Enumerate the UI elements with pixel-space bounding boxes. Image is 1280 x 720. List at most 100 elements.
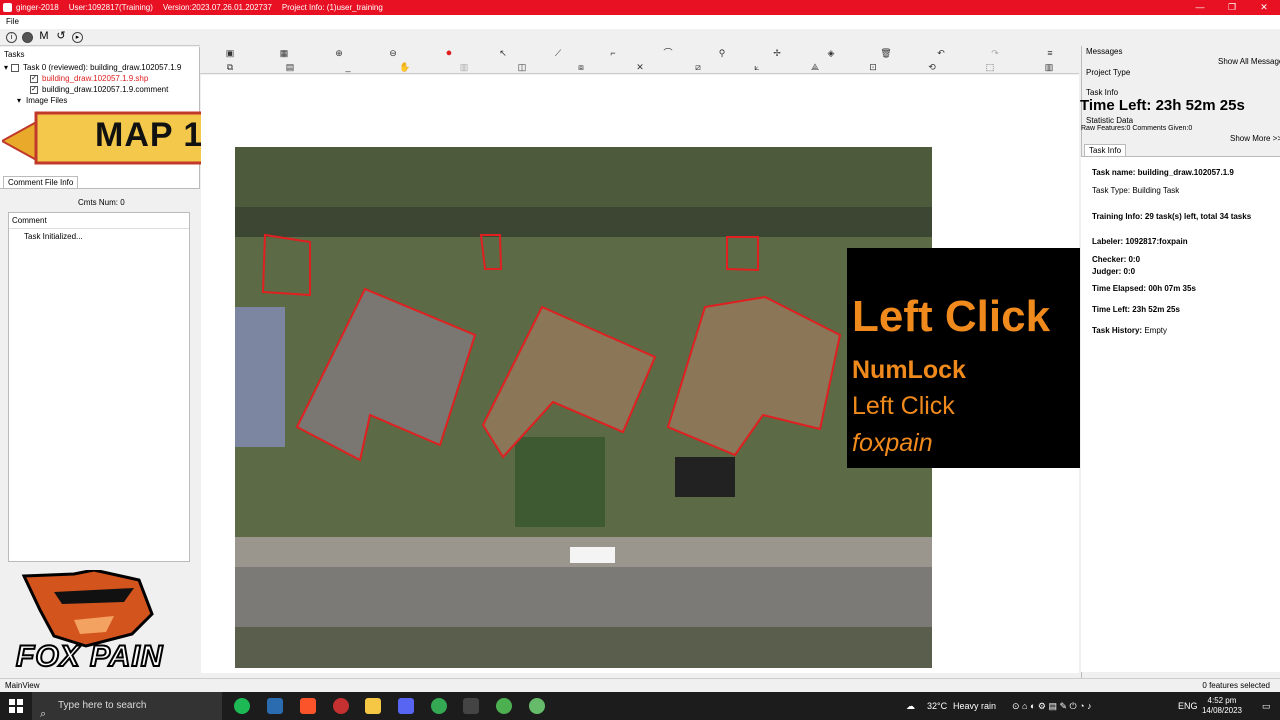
comment-list[interactable]: Comment Task Initialized... [8,212,190,562]
menu-icon[interactable]: ≡ [1044,48,1056,58]
menu-bar: File [0,15,1280,29]
temperature: 32°C [927,701,948,711]
zoom-in-icon[interactable]: ⊕ [333,48,345,58]
underline-icon[interactable]: _ [342,62,354,72]
tasks-header: Tasks [4,50,25,59]
comment-checkbox[interactable]: ✓ [30,85,38,94]
disabled-tool-icon[interactable]: ▥ [458,62,470,72]
pan-icon[interactable]: ✋ [399,62,411,72]
key-overlay-main: Left Click [852,292,1051,341]
taskbar-search[interactable]: ⌕ Type here to search [32,692,222,720]
project-type-label: Project Type [1086,68,1131,77]
settings-icon[interactable]: ▸ [72,31,83,43]
m-button[interactable]: M [38,30,50,43]
image-files-label: Image Files [26,96,68,105]
file-explorer-icon[interactable] [365,698,381,714]
crop-icon[interactable]: ⬚ [984,62,996,72]
stripe-icon[interactable]: ⧄ [692,62,704,72]
fill-icon[interactable]: ◈ [825,48,837,58]
delete-vertex-icon[interactable]: ✕ [634,62,646,72]
labeler: Labeler: 1092817:foxpain [1092,237,1188,246]
app-name: ginger-2018 [16,3,59,12]
key-overlay-line1: NumLock [852,356,966,384]
rotate-icon[interactable]: ⟲ [926,62,938,72]
task-history-value: Empty [1144,326,1167,335]
line-icon[interactable]: ⟋ [552,48,564,58]
shp-checkbox[interactable]: ✓ [30,74,38,83]
info-icon[interactable]: i [6,31,17,43]
show-all-messages-button[interactable]: Show All Messages [1218,57,1280,66]
select-icon[interactable]: ↖ [497,48,509,58]
ginger-icon[interactable] [496,698,512,714]
record-dot-icon[interactable]: ● [443,48,455,59]
tree-comment-file[interactable]: ✓ building_draw.102057.1.9.comment [0,84,199,95]
frame-icon[interactable]: ⊡ [867,62,879,72]
messages-header: Messages [1086,47,1123,56]
drawing-toolbar: ▣ ⧉ ▦ ▤ ⊕ _ ⊖ ✋ ● ▥ ↖ ◫ ⟋ ⧈ ⌐ ✕ ⌒ ⧄ ⚲ ⟀ … [200,46,1079,74]
minimize-button[interactable]: — [1184,0,1216,15]
time-left-big: Time Left: 23h 52m 25s [1080,97,1245,114]
layers-icon[interactable]: ⧉ [224,62,236,72]
training-info: Training Info: 29 task(s) left, total 34… [1092,212,1252,221]
merge-icon[interactable]: ⧈ [575,62,587,72]
comment-row[interactable]: Task Initialized... [9,229,189,244]
notification-icon[interactable]: ▭ [1262,692,1271,720]
task0-label: Task 0 (reviewed): building_draw.102057.… [23,63,182,72]
tray-icons[interactable]: ⊙ ⌂ ◐ ⚙ ▤ ✎ ⏻ ◔ ♪ [1012,692,1092,720]
stamp-icon[interactable]: ▤ [284,62,296,72]
zoom-out-icon[interactable]: ⊖ [387,48,399,58]
split-icon[interactable]: ◫ [516,62,528,72]
time-elapsed: Time Elapsed: 00h 07m 35s [1092,284,1196,293]
obs-icon[interactable] [333,698,349,714]
restore-button[interactable]: ❐ [1216,0,1248,15]
grid-icon[interactable]: ▥ [1043,62,1055,72]
cmts-num: Cmts Num: 0 [78,198,125,207]
close-button[interactable]: ✕ [1248,0,1280,15]
collapse-icon[interactable]: ▾ [4,62,8,73]
record-icon[interactable] [22,31,33,43]
title-bar: ginger-2018 User:1092817(Training) Versi… [0,0,1280,15]
windows-start-icon[interactable] [9,699,23,713]
task-info-box [1081,156,1280,672]
app-icon-2[interactable] [463,698,479,714]
statistic-data-label: Statistic Data [1086,116,1134,125]
image-icon[interactable]: ▦ [278,48,290,58]
system-clock[interactable]: 4:52 pm 14/08/2023 [1202,696,1242,716]
tree-shp-file[interactable]: ✓ building_draw.102057.1.9.shp [0,73,199,84]
task-info-header: Task Info [1086,88,1119,97]
brave-icon[interactable] [300,698,316,714]
tab-task-info[interactable]: Task Info [1084,144,1127,156]
task0-checkbox[interactable] [11,63,20,72]
ginger-active-icon[interactable] [529,698,545,714]
undo-icon[interactable]: ↺ [55,30,67,43]
save-icon[interactable]: ▣ [224,48,236,58]
calculator-icon[interactable] [267,698,283,714]
status-right: 0 features selected [1202,681,1270,690]
weather-text: Heavy rain [953,701,997,711]
menu-file[interactable]: File [6,17,19,26]
pin-icon[interactable]: ⚲ [716,48,728,58]
weather-icon[interactable]: ☁ [906,692,915,720]
task-history-label: Task History: [1092,326,1143,335]
language-indicator[interactable]: ENG [1178,692,1198,720]
tab-comment-file-info[interactable]: Comment File Info [3,176,79,188]
snap-icon[interactable]: ✢ [771,48,783,58]
corner-icon[interactable]: ⌐ [607,48,619,58]
chart-icon[interactable]: ⟁ [809,62,821,72]
spotify-icon[interactable] [234,698,250,714]
tree-task0[interactable]: ▾ Task 0 (reviewed): building_draw.10205… [0,62,199,73]
shp-file-label: building_draw.102057.1.9.shp [42,74,149,83]
trash-icon[interactable]: 🗑 [880,48,892,58]
expand-icon[interactable]: ▾ [17,95,21,106]
arc-icon[interactable]: ⌒ [662,48,674,58]
graph-icon[interactable]: ⟀ [751,62,763,72]
redo-arrow-icon[interactable]: ↷ [989,48,1001,58]
show-more-button[interactable]: Show More >> [1230,134,1280,143]
chrome-icon[interactable] [431,698,447,714]
undo-arrow-icon[interactable]: ↶ [935,48,947,58]
aerial-image[interactable] [235,147,932,668]
tree-image-files[interactable]: ▾ Image Files [0,95,199,106]
task-type: Task Type: Building Task [1092,186,1180,195]
comment-file-label: building_draw.102057.1.9.comment [42,85,169,94]
discord-icon[interactable] [398,698,414,714]
